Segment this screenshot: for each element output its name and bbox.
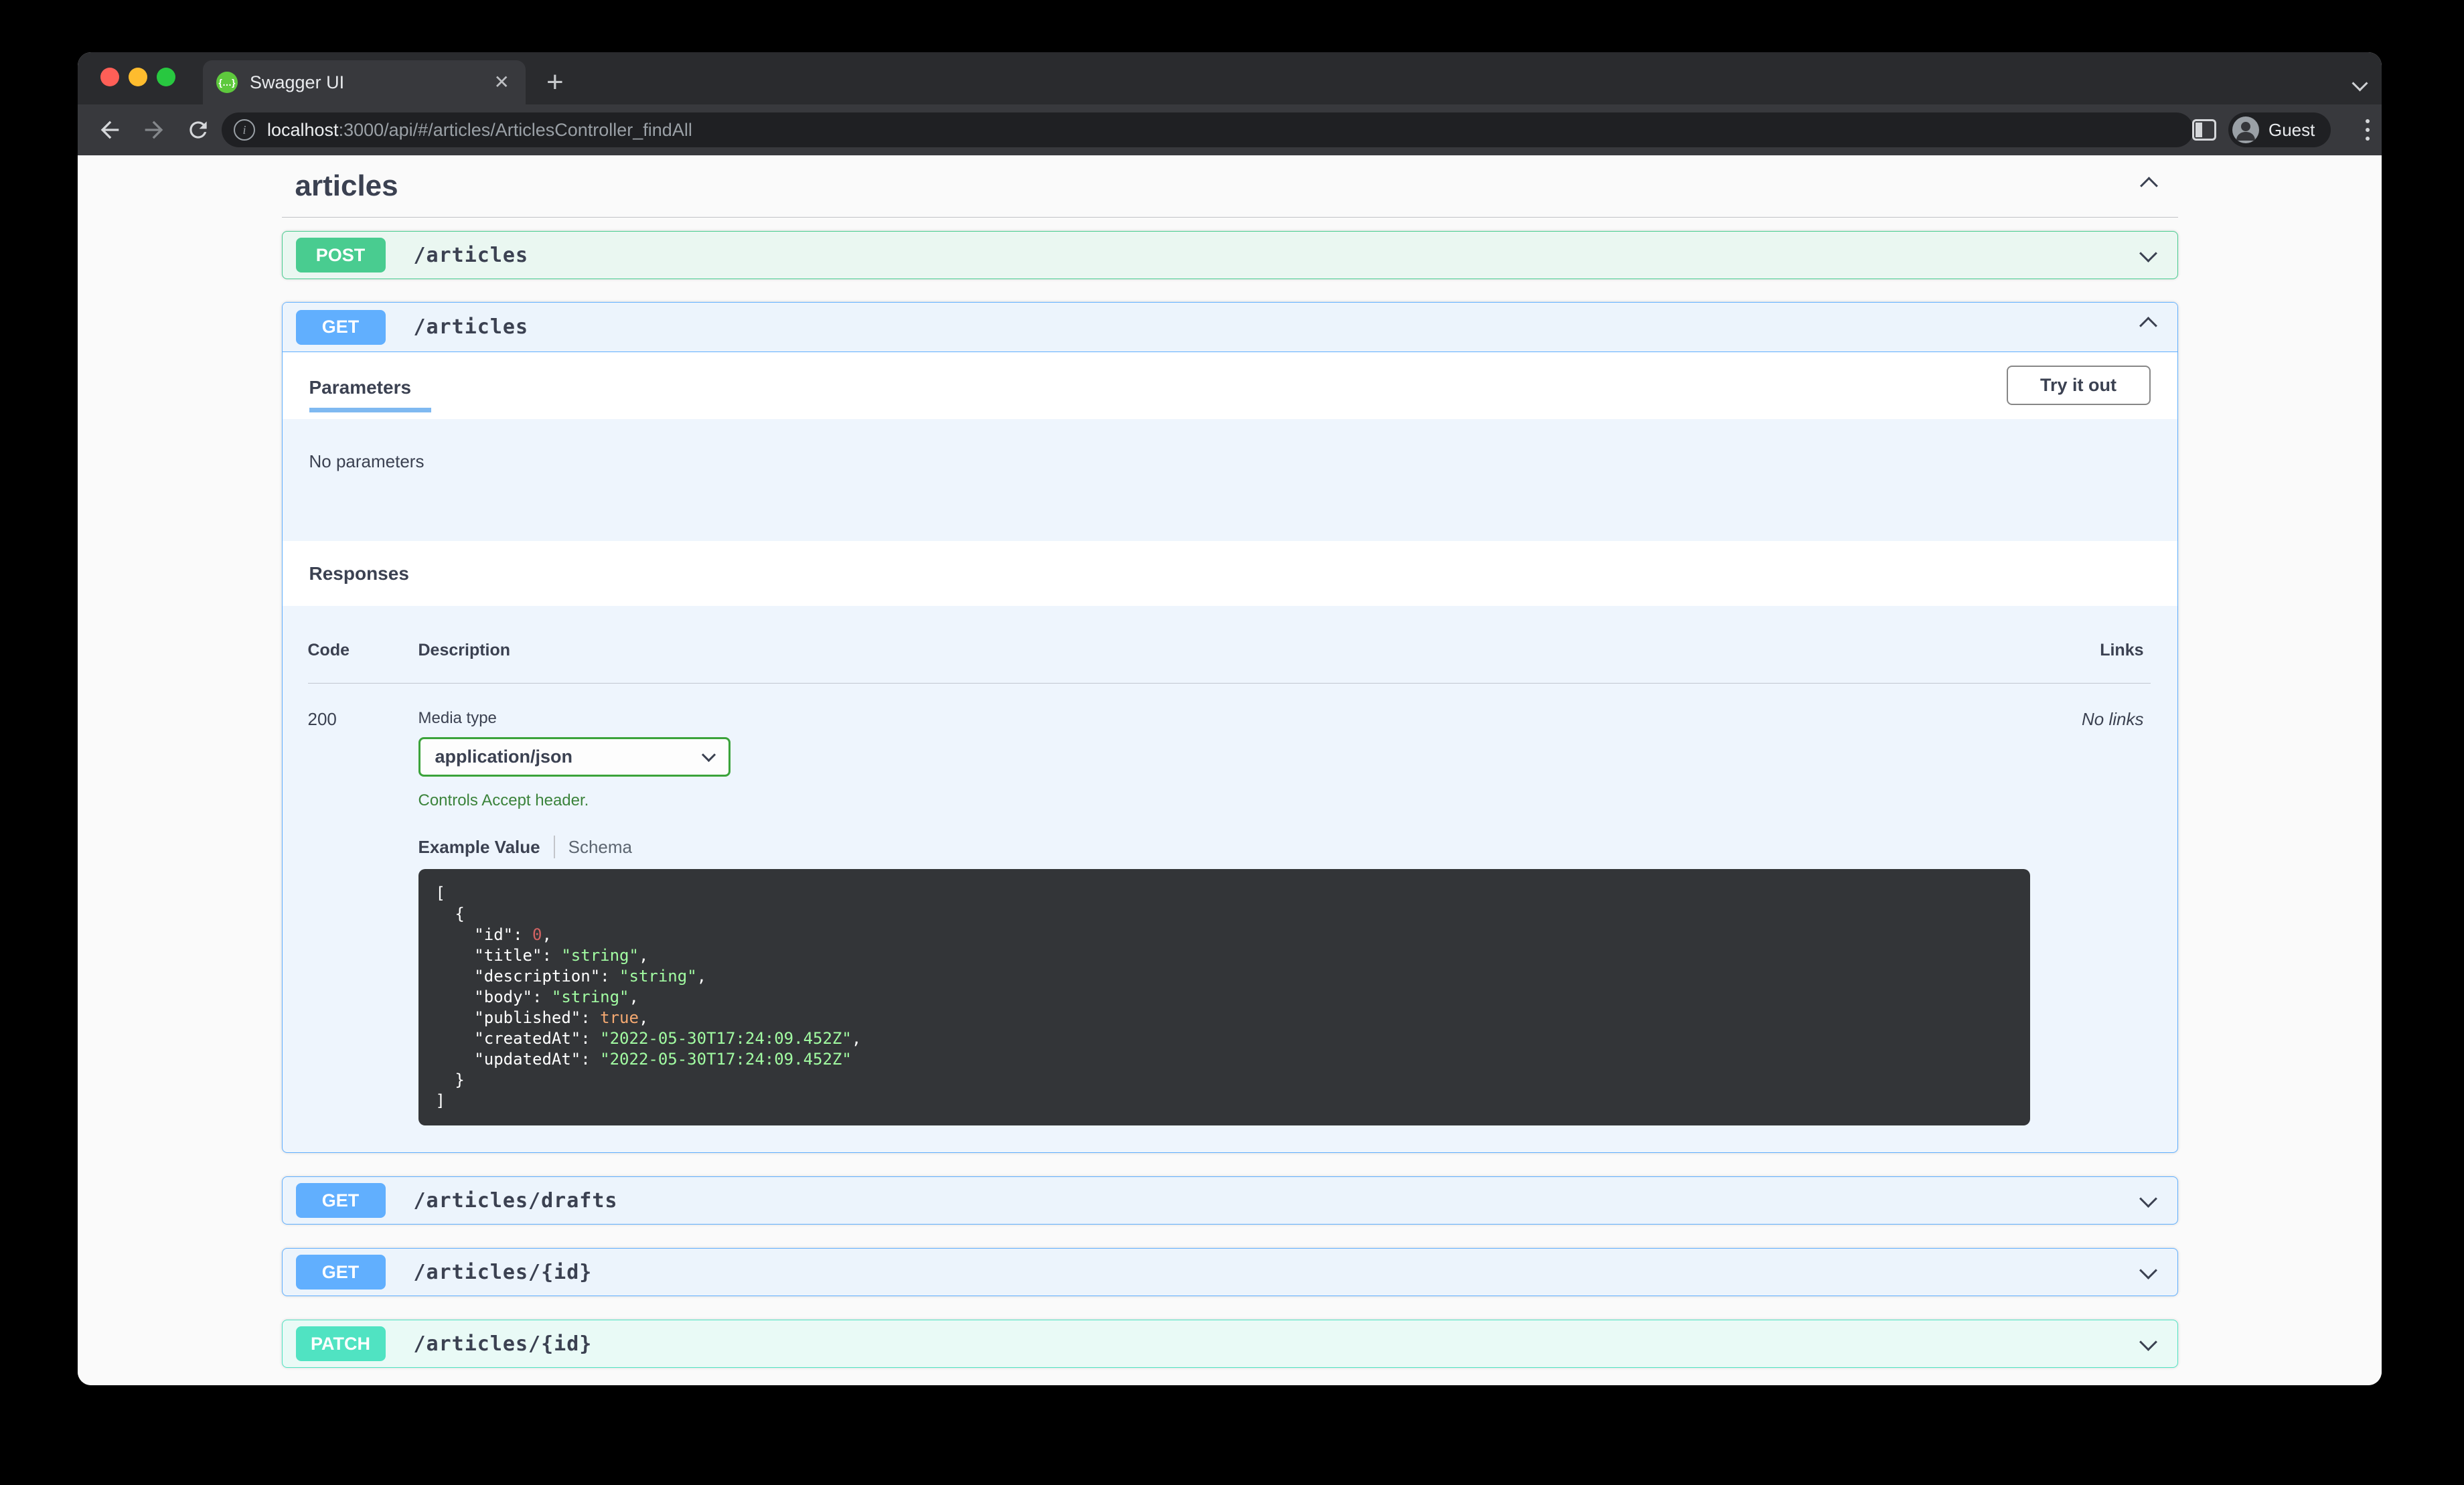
page-content: articles POST /articles GET /articles Pa…: [78, 155, 2382, 1385]
profile-button[interactable]: Guest: [2228, 112, 2331, 147]
forward-arrow-icon: [145, 121, 163, 139]
media-type-label: Media type: [418, 709, 497, 727]
url-host: localhost: [267, 119, 339, 140]
operation-patch-articles-id[interactable]: PATCH /articles/{id}: [281, 1320, 2178, 1368]
responses-table-head: Code Description Links: [308, 641, 2151, 660]
browser-window: {…} Swagger UI ✕ + i localhost:3000/api/…: [78, 52, 2382, 1385]
window-close-button[interactable]: [100, 68, 119, 86]
tag-section-header[interactable]: articles: [282, 169, 2178, 204]
parameters-header: Parameters Try it out: [282, 352, 2177, 419]
tab-parameters: Parameters: [309, 377, 432, 412]
expand-chevron-icon[interactable]: [2139, 244, 2157, 263]
operation-path: /articles/{id}: [413, 1260, 593, 1284]
method-badge-post: POST: [295, 238, 386, 272]
url-rest: :3000/api/#/articles/ArticlesController_…: [338, 119, 692, 140]
responses-header: Responses: [282, 541, 2177, 606]
no-parameters-text: No parameters: [309, 451, 425, 471]
operation-post-articles[interactable]: POST /articles: [281, 231, 2178, 279]
profile-name: Guest: [2268, 119, 2315, 140]
description-column-header: Description: [418, 641, 511, 659]
method-badge-get: GET: [295, 1183, 386, 1218]
tab-divider: [553, 836, 555, 858]
select-chevron-icon: [701, 747, 716, 763]
tab-example-value[interactable]: Example Value: [418, 837, 540, 858]
back-arrow-icon: [100, 121, 119, 139]
tab-title: Swagger UI: [250, 72, 345, 92]
swagger-favicon-icon: {…}: [216, 72, 238, 93]
tab-list-chevron-icon[interactable]: [2352, 75, 2368, 92]
responses-table: Code Description Links 200 Media type ap…: [283, 606, 2177, 1152]
browser-toolbar: i localhost:3000/api/#/articles/Articles…: [78, 104, 2382, 155]
side-panel-icon[interactable]: [2192, 119, 2216, 141]
example-schema-tabs: Example Value Schema: [418, 836, 2030, 858]
operation-path: /articles: [413, 315, 529, 339]
window-minimize-button[interactable]: [129, 68, 147, 86]
controls-accept-note: Controls Accept header.: [418, 791, 589, 809]
operation-get-articles-panel: GET /articles Parameters Try it out No p…: [281, 302, 2178, 1153]
response-code: 200: [307, 709, 337, 729]
method-badge-get: GET: [295, 1255, 386, 1289]
tab-schema[interactable]: Schema: [568, 837, 632, 858]
side-panel-icon-fill: [2196, 123, 2202, 137]
try-it-out-button[interactable]: Try it out: [2006, 366, 2151, 405]
response-description-cell: Media type application/json Controls Acc…: [418, 709, 2030, 1125]
browser-tab[interactable]: {…} Swagger UI ✕: [203, 60, 526, 104]
operation-get-articles-id[interactable]: GET /articles/{id}: [281, 1248, 2178, 1296]
avatar-icon: [2232, 116, 2259, 143]
operation-get-articles-header[interactable]: GET /articles: [282, 303, 2177, 352]
new-tab-button[interactable]: +: [546, 64, 564, 100]
section-divider: [281, 217, 2178, 218]
tag-title: articles: [295, 169, 398, 202]
operation-path: /articles/drafts: [413, 1188, 618, 1213]
response-row-200: 200 Media type application/json Controls…: [308, 709, 2151, 1125]
site-info-icon[interactable]: i: [234, 119, 255, 141]
expand-chevron-icon[interactable]: [2139, 1190, 2157, 1208]
expand-chevron-icon[interactable]: [2139, 1333, 2157, 1352]
url-text: localhost:3000/api/#/articles/ArticlesCo…: [267, 120, 692, 141]
table-divider: [307, 683, 2151, 684]
example-code-block: [ { "id": 0, "title": "string", "descrip…: [418, 869, 2030, 1125]
browser-menu-button[interactable]: [2353, 115, 2382, 145]
tab-close-icon[interactable]: ✕: [491, 70, 512, 94]
media-type-value: application/json: [435, 747, 573, 767]
tag-collapse-chevron-icon[interactable]: [2139, 177, 2158, 196]
forward-button[interactable]: [138, 114, 170, 146]
operation-path: /articles: [413, 243, 529, 267]
expand-chevron-icon[interactable]: [2139, 1261, 2157, 1280]
media-type-select[interactable]: application/json: [418, 737, 730, 777]
no-links-text: No links: [2082, 709, 2144, 729]
code-column-header: Code: [307, 641, 350, 659]
tab-strip: {…} Swagger UI ✕ +: [78, 52, 2382, 104]
collapse-chevron-icon[interactable]: [2139, 316, 2157, 335]
method-badge-get: GET: [295, 309, 386, 345]
window-maximize-button[interactable]: [157, 68, 175, 86]
method-badge-patch: PATCH: [295, 1326, 386, 1361]
reload-button[interactable]: [182, 114, 214, 146]
reload-icon: [189, 121, 207, 139]
links-column-header: Links: [2100, 641, 2144, 659]
back-button[interactable]: [94, 114, 126, 146]
operation-get-articles-drafts[interactable]: GET /articles/drafts: [281, 1176, 2178, 1225]
url-bar[interactable]: i localhost:3000/api/#/articles/Articles…: [222, 112, 2193, 147]
operation-path: /articles/{id}: [413, 1332, 593, 1356]
